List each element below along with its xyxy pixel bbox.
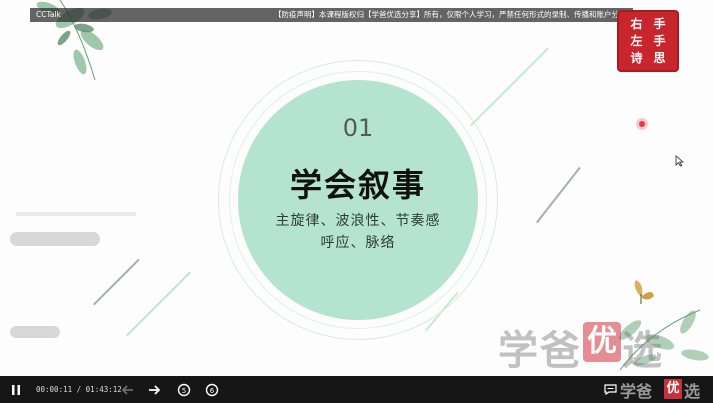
player-control-bar: 00:00:11 / 01:43:12 5 6 学爸 优 选 xyxy=(0,376,713,403)
svg-text:5: 5 xyxy=(182,387,186,395)
seal-char: 诗 xyxy=(630,50,643,65)
pointer-dot xyxy=(636,118,648,130)
decor-line xyxy=(536,166,581,224)
danmaku-button[interactable] xyxy=(601,376,619,403)
section-number: 01 xyxy=(342,114,374,142)
decor-line xyxy=(126,271,192,337)
arrow-left-icon xyxy=(121,384,133,395)
pause-icon xyxy=(12,384,20,395)
brand-seal-logo: 右 手 左 手 诗 思 xyxy=(617,10,679,72)
butterfly-icon xyxy=(634,280,654,304)
control-watermark-tail: 选 xyxy=(684,382,701,401)
blurred-bar xyxy=(10,326,60,338)
danmaku-icon xyxy=(603,384,617,395)
rewind-button[interactable]: 5 xyxy=(173,376,195,403)
seal-char: 左 xyxy=(630,33,643,48)
watermark-main: 学爸 xyxy=(498,328,582,374)
rewind-5-icon: 5 xyxy=(177,383,191,396)
copyright-notice-text: 【防疫声明】本课程版权归【学爸优选分享】所有，仅限个人学习，严禁任何形式的录制、… xyxy=(274,10,633,19)
section-subtitle-line-2: 呼应、脉络 xyxy=(320,235,396,251)
seal-char: 右 xyxy=(630,17,643,32)
svg-text:6: 6 xyxy=(210,387,215,395)
decor-line xyxy=(93,258,140,306)
copyright-notice-bar: CCTalk 【防疫声明】本课程版权归【学爸优选分享】所有，仅限个人学习，严禁任… xyxy=(30,8,633,22)
player-title: CCTalk xyxy=(36,10,61,19)
next-button[interactable] xyxy=(143,376,165,403)
video-frame[interactable]: CCTalk 【防疫声明】本课程版权归【学爸优选分享】所有，仅限个人学习，严禁任… xyxy=(0,0,713,376)
forward-6-icon: 6 xyxy=(205,383,219,396)
title-circle: 01 学会叙事 主旋律、波浪性、节奏感 呼应、脉络 xyxy=(238,80,478,320)
faint-text xyxy=(16,212,136,216)
cursor-icon xyxy=(675,155,685,167)
pause-button[interactable] xyxy=(6,376,26,403)
watermark-tail: 选 xyxy=(622,328,664,374)
control-watermark-highlight: 优 xyxy=(664,379,682,399)
playback-time: 00:00:11 / 01:43:12 xyxy=(36,385,122,394)
arrow-right-icon xyxy=(148,384,160,395)
watermark-highlight: 优 xyxy=(583,322,621,362)
decor-line xyxy=(470,47,550,127)
section-title: 学会叙事 xyxy=(289,166,426,204)
forward-button[interactable]: 6 xyxy=(201,376,223,403)
previous-button[interactable] xyxy=(116,376,138,403)
section-subtitle-line-1: 主旋律、波浪性、节奏感 xyxy=(275,213,441,229)
seal-char: 手 xyxy=(653,33,666,48)
seal-char: 思 xyxy=(653,50,666,65)
blurred-bar xyxy=(10,232,100,246)
control-watermark: 学爸 xyxy=(620,382,653,401)
watermark-text: 学爸 xyxy=(498,318,582,376)
seal-char: 手 xyxy=(653,17,666,32)
